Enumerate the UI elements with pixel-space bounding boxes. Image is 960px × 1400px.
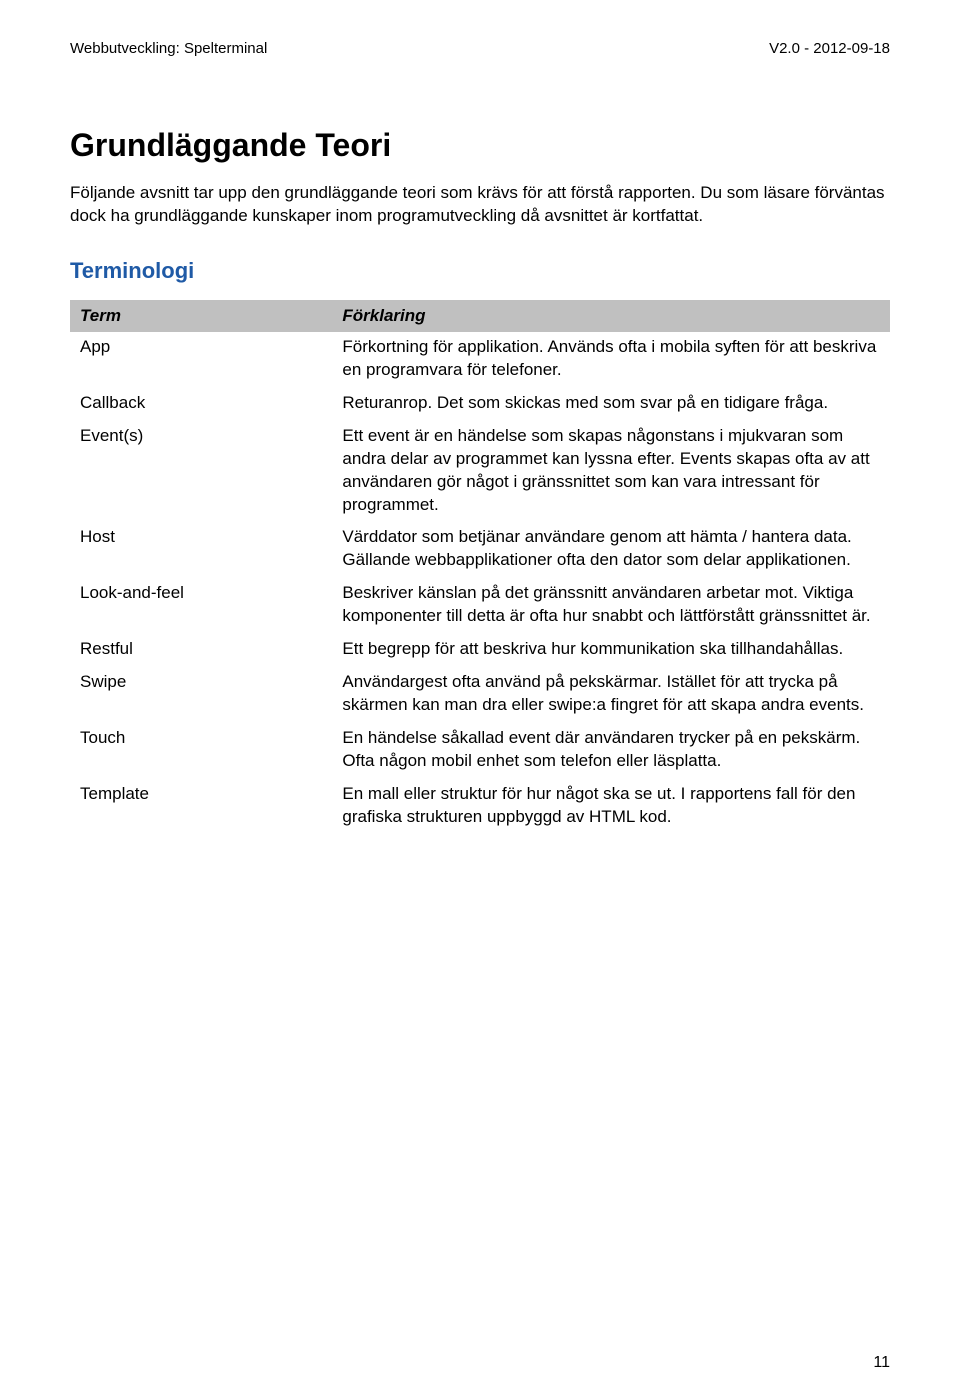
col-header-term: Term [70,300,332,332]
term-cell: Swipe [70,667,332,723]
table-row: Host Värddator som betjänar användare ge… [70,522,890,578]
def-cell: Ett event är en händelse som skapas någo… [332,421,890,523]
table-row: Callback Returanrop. Det som skickas med… [70,388,890,421]
table-row: Look-and-feel Beskriver känslan på det g… [70,578,890,634]
table-row: Template En mall eller struktur för hur … [70,779,890,835]
table-row: App Förkortning för applikation. Används… [70,332,890,388]
term-cell: Template [70,779,332,835]
table-row: Swipe Användargest ofta använd på pekskä… [70,667,890,723]
header-left: Webbutveckling: Spelterminal [70,40,267,57]
page-header: Webbutveckling: Spelterminal V2.0 - 2012… [70,40,890,57]
table-row: Restful Ett begrepp för att beskriva hur… [70,634,890,667]
section-heading: Terminologi [70,258,890,284]
def-cell: Värddator som betjänar användare genom a… [332,522,890,578]
table-header-row: Term Förklaring [70,300,890,332]
term-cell: Callback [70,388,332,421]
page-title: Grundläggande Teori [70,127,890,164]
term-cell: Touch [70,723,332,779]
def-cell: En mall eller struktur för hur något ska… [332,779,890,835]
document-page: Webbutveckling: Spelterminal V2.0 - 2012… [0,0,960,1400]
def-cell: Förkortning för applikation. Används oft… [332,332,890,388]
col-header-def: Förklaring [332,300,890,332]
table-row: Touch En händelse såkallad event där anv… [70,723,890,779]
term-cell: App [70,332,332,388]
header-right: V2.0 - 2012-09-18 [769,40,890,57]
terminology-table: Term Förklaring App Förkortning för appl… [70,300,890,835]
term-cell: Look-and-feel [70,578,332,634]
def-cell: En händelse såkallad event där användare… [332,723,890,779]
intro-paragraph: Följande avsnitt tar upp den grundläggan… [70,182,890,228]
def-cell: Ett begrepp för att beskriva hur kommuni… [332,634,890,667]
term-cell: Host [70,522,332,578]
def-cell: Användargest ofta använd på pekskärmar. … [332,667,890,723]
def-cell: Beskriver känslan på det gränssnitt anvä… [332,578,890,634]
table-row: Event(s) Ett event är en händelse som sk… [70,421,890,523]
def-cell: Returanrop. Det som skickas med som svar… [332,388,890,421]
term-cell: Event(s) [70,421,332,523]
term-cell: Restful [70,634,332,667]
page-number: 11 [873,1354,890,1372]
